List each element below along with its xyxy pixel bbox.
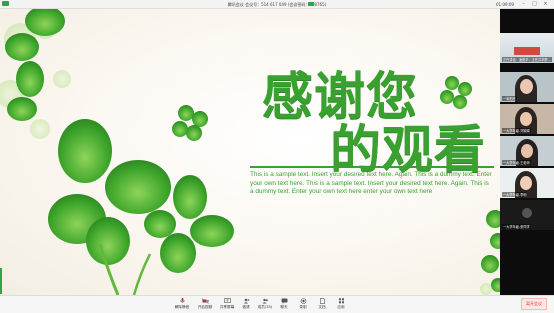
- apps-button[interactable]: 应用: [331, 298, 351, 310]
- microphone-icon: [179, 298, 185, 303]
- document-button[interactable]: 文档: [312, 298, 332, 310]
- window-title-bar: 腾讯会议 会议号：514 617 049 (会议密码：898765) 01:09…: [0, 0, 554, 9]
- left-edge-indicator: [0, 268, 2, 294]
- camera-icon: [201, 298, 209, 304]
- members-label: 成员(35): [257, 305, 273, 309]
- maximize-icon[interactable]: □: [531, 1, 538, 7]
- unmute-label: 解除静音: [174, 305, 190, 309]
- network-signal-icon: [308, 2, 314, 6]
- chat-icon: [281, 298, 287, 304]
- participant-tile[interactable]: 一大学年级-李明: [500, 168, 554, 198]
- meeting-title: 腾讯会议 会议号：514 617 049 (会议密码：898765): [227, 2, 327, 7]
- participant-tile[interactable]: 正在讲话：凌阳华；正在共享屏...: [500, 33, 554, 63]
- close-icon[interactable]: ×: [542, 1, 549, 7]
- invite-label: 邀请: [242, 305, 250, 309]
- record-icon: [300, 298, 306, 304]
- members-button[interactable]: 成员(35): [255, 298, 275, 310]
- share-screen-button[interactable]: 共享屏幕: [217, 298, 237, 310]
- invite-button[interactable]: 邀请: [236, 298, 256, 310]
- share-screen-label: 共享屏幕: [219, 305, 235, 309]
- chat-label: 聊天: [280, 305, 288, 309]
- participant-name: 一大学年级-李明: [502, 192, 528, 197]
- participant-tile[interactable]: 一大学年级-王老师: [500, 136, 554, 166]
- participant-tile[interactable]: 一大学年级-张同学: [500, 200, 554, 230]
- start-video-label: 开启视频: [197, 305, 213, 309]
- record-label: 录制: [299, 305, 307, 309]
- start-video-button[interactable]: 开启视频: [195, 298, 215, 310]
- divider-line: [250, 166, 494, 168]
- leave-meeting-button[interactable]: 离开会议: [521, 298, 547, 310]
- participant-name: 一大学年级-刘娟娟: [502, 128, 531, 133]
- shared-slide: 感谢您 的观看 This is a sample text. Insert yo…: [0, 9, 500, 295]
- apps-label: 应用: [337, 305, 345, 309]
- participant-name: 一米阳光: [502, 96, 517, 101]
- invite-icon: [243, 298, 249, 304]
- participant-name: 正在讲话：凌阳华；正在共享屏...: [502, 57, 552, 62]
- record-button[interactable]: 录制: [293, 298, 313, 310]
- participant-name: 一大学年级-王老师: [502, 160, 531, 165]
- participant-tile[interactable]: 一大学年级-刘娟娟: [500, 104, 554, 134]
- meeting-timer: 01:09:09: [496, 2, 514, 7]
- document-icon: [319, 298, 325, 304]
- participant-tile[interactable]: 一米阳光: [500, 72, 554, 102]
- members-icon: [262, 298, 268, 304]
- unmute-button[interactable]: 解除静音: [172, 298, 192, 310]
- participant-name: 一大学年级-张同学: [502, 224, 531, 229]
- share-screen-icon: [223, 298, 231, 303]
- minimize-icon[interactable]: –: [520, 1, 527, 7]
- chat-button[interactable]: 聊天: [274, 298, 294, 310]
- apps-icon: [338, 298, 344, 304]
- slide-body-text: This is a sample text. Insert your desir…: [250, 171, 492, 195]
- document-label: 文档: [318, 305, 326, 309]
